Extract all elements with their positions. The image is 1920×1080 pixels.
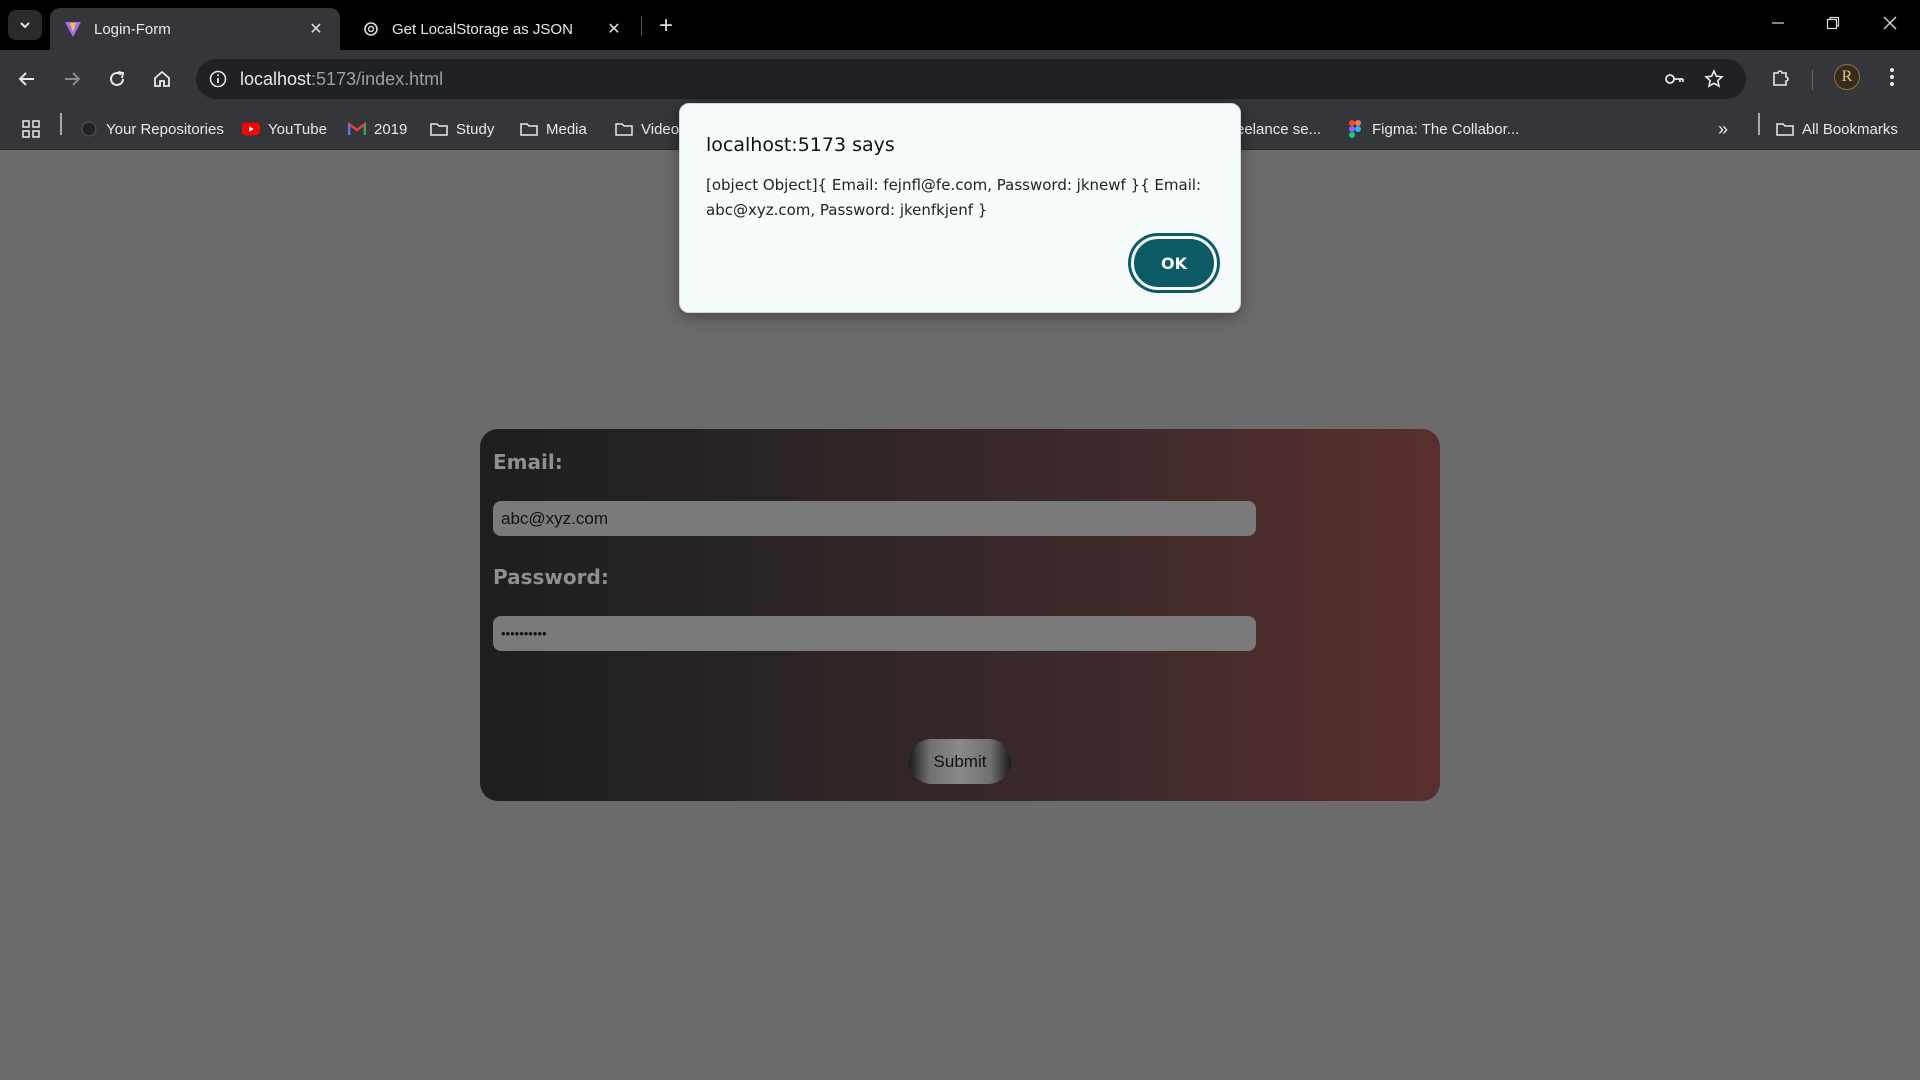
bookmark-2019[interactable]: 2019 [348,116,407,142]
alert-message: [object Object]{ Email: fejnfl@fe.com, P… [706,176,1202,219]
url-path: :5173/index.html [311,68,444,89]
url-text: localhost:5173/index.html [240,69,443,90]
restore-button[interactable] [1813,8,1853,38]
folder-icon [520,120,538,138]
reload-button[interactable] [101,63,133,95]
back-button[interactable] [11,63,43,95]
bookmark-label: Figma: The Collabor... [1372,120,1520,138]
url-host: localhost [240,68,312,89]
alert-dialog: localhost:5173 says [object Object]{ Ema… [679,103,1241,313]
close-window-button[interactable] [1870,8,1910,38]
tab-search-button[interactable] [8,10,42,40]
reload-icon [110,71,125,86]
tab-separator [641,16,642,36]
bookmarks-separator [1758,113,1760,135]
puzzle-icon [1771,67,1791,92]
bookmark-youtube[interactable]: YouTube [242,116,327,142]
more-vertical-icon [1889,67,1895,92]
all-bookmarks-button[interactable]: All Bookmarks [1776,116,1898,142]
new-tab-button[interactable]: + [652,12,680,40]
github-icon [80,120,98,138]
plus-icon: + [658,12,673,39]
bookmark-label: YouTube [268,120,327,138]
tab-strip: Login-Form ✕ Get LocalStorage as JSON ✕ … [0,0,1920,50]
bookmarks-separator [60,113,62,135]
tab-localstorage[interactable]: Get LocalStorage as JSON ✕ [348,8,638,50]
arrow-right-icon [65,72,81,86]
email-label: Email: [493,450,563,474]
bookmark-video[interactable]: Video [615,116,679,142]
toolbar-separator [1812,70,1813,90]
close-icon[interactable]: ✕ [306,19,326,39]
bookmark-label: Your Repositories [106,120,224,138]
folder-icon [1776,120,1794,138]
openai-icon [362,20,380,38]
submit-button[interactable]: Submit [909,739,1011,784]
address-bar[interactable]: localhost:5173/index.html [196,59,1746,99]
arrow-left-icon [18,72,34,86]
bookmark-figma[interactable]: Figma: The Collabor... [1346,116,1519,142]
login-form: Email: abc@xyz.com Password: •••••••••• … [480,429,1440,801]
figma-icon [1346,120,1364,138]
page-viewport: Email: abc@xyz.com Password: •••••••••• … [0,103,1920,1080]
password-field[interactable]: •••••••••• [493,616,1256,651]
apps-button[interactable] [22,116,48,142]
key-icon[interactable] [1660,65,1688,93]
bookmark-your-repositories[interactable]: Your Repositories [80,116,224,142]
home-button[interactable] [146,63,178,95]
minimize-button[interactable] [1758,8,1798,38]
profile-avatar[interactable]: R [1834,64,1860,90]
folder-icon [430,120,448,138]
tab-title: Login-Form [94,20,171,38]
bookmark-study[interactable]: Study [430,116,494,142]
bookmark-media[interactable]: Media [520,116,587,142]
close-icon [1883,16,1897,30]
bookmark-label: Media [546,120,587,138]
tab-title: Get LocalStorage as JSON [392,20,573,38]
site-info-icon[interactable] [204,65,232,93]
forward-button[interactable] [56,63,88,95]
folder-icon [615,120,633,138]
browser-toolbar: localhost:5173/index.html [0,50,1920,108]
menu-button[interactable] [1876,63,1908,95]
extensions-button[interactable] [1765,63,1797,95]
alert-title: localhost:5173 says [706,134,895,156]
ok-button[interactable]: OK [1131,236,1217,290]
apps-grid-icon [22,120,40,138]
restore-icon [1826,16,1840,30]
bookmark-label: Study [456,120,495,138]
chevron-down-icon [20,22,30,29]
star-icon[interactable] [1700,65,1728,93]
home-icon [154,70,170,87]
bookmark-label: eelance se... [1236,120,1322,138]
close-icon[interactable]: ✕ [604,19,624,39]
password-label: Password: [493,565,609,589]
email-field[interactable]: abc@xyz.com [493,501,1256,536]
bookmark-label: All Bookmarks [1802,120,1898,138]
bookmark-freelance[interactable]: eelance se... [1236,116,1321,142]
gmail-icon [348,120,366,138]
vite-icon [64,20,82,38]
more-bookmarks-button[interactable]: » [1718,116,1728,142]
bookmark-label: 2019 [374,120,408,138]
bookmark-label: Video [641,120,680,138]
tab-login-form[interactable]: Login-Form ✕ [50,8,340,50]
double-chevron-right-icon: » [1718,118,1729,139]
minimize-icon [1772,22,1784,24]
youtube-icon [242,120,260,138]
